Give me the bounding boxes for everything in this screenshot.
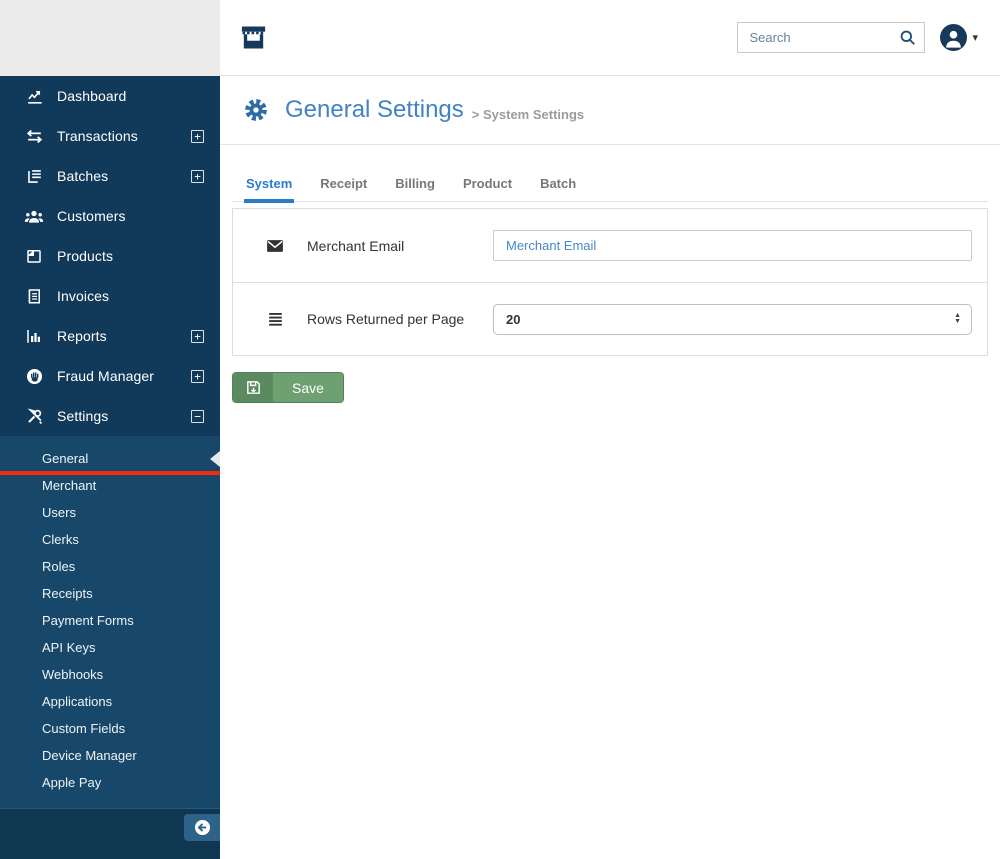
expand-plus-icon[interactable]: +: [191, 369, 204, 383]
submenu-item-api-keys[interactable]: API Keys: [0, 634, 220, 661]
sidebar-item-products[interactable]: Products: [0, 236, 220, 276]
sidebar: Dashboard Transactions + Batches + Custo…: [0, 0, 220, 859]
sidebar-item-invoices[interactable]: Invoices: [0, 276, 220, 316]
fraud-hand-icon: [24, 366, 44, 386]
submenu-item-clerks[interactable]: Clerks: [0, 526, 220, 553]
tab-receipt[interactable]: Receipt: [306, 170, 381, 201]
sidebar-item-label: Fraud Manager: [57, 368, 155, 384]
expand-plus-icon[interactable]: +: [191, 169, 204, 183]
main-content: ▾ General Settings > System Settings Sys…: [220, 0, 1000, 859]
tab-product[interactable]: Product: [449, 170, 526, 201]
submenu-label: Payment Forms: [42, 613, 134, 628]
submenu-label: Applications: [42, 694, 113, 709]
collapse-left-arrow-icon: [193, 818, 212, 837]
submenu-item-users[interactable]: Users: [0, 499, 220, 526]
submenu-label: Merchant: [42, 478, 97, 493]
search-icon[interactable]: [898, 28, 917, 47]
store-icon[interactable]: [238, 22, 269, 53]
sidebar-collapse-button[interactable]: [184, 814, 220, 841]
sidebar-item-batches[interactable]: Batches +: [0, 156, 220, 196]
sidebar-item-label: Settings: [57, 408, 109, 424]
sidebar-item-label: Customers: [57, 208, 126, 224]
gear-icon: [242, 96, 270, 124]
sidebar-item-fraud-manager[interactable]: Fraud Manager +: [0, 356, 220, 396]
submenu-item-general[interactable]: General: [0, 445, 220, 475]
caret-down-icon[interactable]: ▾: [972, 31, 978, 44]
submenu-item-webhooks[interactable]: Webhooks: [0, 661, 220, 688]
submenu-item-receipts[interactable]: Receipts: [0, 580, 220, 607]
save-button[interactable]: Save: [232, 372, 344, 403]
submenu-item-payment-forms[interactable]: Payment Forms: [0, 607, 220, 634]
select-value: 20: [506, 311, 521, 327]
sidebar-item-label: Invoices: [57, 288, 110, 304]
submenu-label: Receipts: [42, 586, 93, 601]
submenu-label: General: [42, 451, 89, 466]
rows-per-page-select[interactable]: 20 ▲ ▼: [493, 303, 972, 335]
submenu-item-custom-fields[interactable]: Custom Fields: [0, 715, 220, 742]
sidebar-item-customers[interactable]: Customers: [0, 196, 220, 236]
field-label: Merchant Email: [307, 237, 405, 254]
settings-tabs: System Receipt Billing Product Batch: [232, 170, 988, 203]
select-spinner-icon: ▲ ▼: [954, 312, 961, 325]
search-input[interactable]: [737, 22, 926, 53]
customers-people-icon: [24, 206, 44, 226]
submenu-item-apple-pay[interactable]: Apple Pay: [0, 769, 220, 796]
sidebar-item-transactions[interactable]: Transactions +: [0, 116, 220, 156]
sidebar-item-label: Reports: [57, 328, 107, 344]
field-label: Rows Returned per Page: [307, 311, 465, 327]
page-title-bar: General Settings > System Settings: [220, 76, 1000, 145]
expand-plus-icon[interactable]: +: [191, 129, 204, 143]
form-row-merchant-email: Merchant Email: [233, 209, 987, 282]
sidebar-top-spacer: [0, 0, 220, 76]
tab-batch[interactable]: Batch: [526, 170, 590, 201]
save-floppy-icon: [233, 373, 273, 402]
reports-barchart-icon: [24, 326, 44, 346]
search-box: [737, 22, 926, 53]
tab-billing[interactable]: Billing: [381, 170, 449, 201]
save-button-label: Save: [273, 373, 343, 402]
submenu-item-merchant[interactable]: Merchant: [0, 472, 220, 499]
form-row-rows-per-page: Rows Returned per Page 20 ▲ ▼: [233, 282, 987, 355]
rows-lines-icon: [265, 310, 285, 329]
dashboard-chart-icon: [24, 86, 44, 106]
submenu-label: Device Manager: [42, 748, 137, 763]
sidebar-item-label: Products: [57, 248, 114, 264]
sidebar-item-label: Dashboard: [57, 88, 127, 104]
submenu-label: Clerks: [42, 532, 79, 547]
invoices-document-icon: [24, 286, 44, 306]
settings-form-panel: Merchant Email Rows Returned per Page 20…: [232, 208, 988, 356]
active-item-arrow-icon: [210, 451, 220, 467]
envelope-icon: [265, 236, 285, 256]
submenu-item-device-manager[interactable]: Device Manager: [0, 742, 220, 769]
settings-tools-icon: [24, 406, 44, 426]
tab-system[interactable]: System: [232, 170, 306, 203]
submenu-label: Apple Pay: [42, 775, 102, 790]
submenu-label: API Keys: [42, 640, 96, 655]
merchant-email-input[interactable]: [493, 230, 972, 261]
sidebar-footer: [0, 808, 220, 859]
top-header: ▾: [220, 0, 1000, 76]
sidebar-item-settings[interactable]: Settings −: [0, 396, 220, 436]
transactions-arrows-icon: [24, 126, 44, 146]
submenu-label: Users: [42, 505, 76, 520]
sidebar-item-label: Batches: [57, 168, 109, 184]
sidebar-item-dashboard[interactable]: Dashboard: [0, 76, 220, 116]
sidebar-nav: Dashboard Transactions + Batches + Custo…: [0, 76, 220, 436]
submenu-item-applications[interactable]: Applications: [0, 688, 220, 715]
user-avatar[interactable]: [940, 24, 968, 51]
breadcrumb: > System Settings: [471, 106, 585, 122]
submenu-label: Roles: [42, 559, 76, 574]
submenu-item-roles[interactable]: Roles: [0, 553, 220, 580]
submenu-label: Webhooks: [42, 667, 104, 682]
sidebar-item-label: Transactions: [57, 128, 138, 144]
sidebar-item-reports[interactable]: Reports +: [0, 316, 220, 356]
settings-submenu: General Merchant Users Clerks Roles Rece…: [0, 436, 220, 808]
batches-list-icon: [24, 166, 44, 186]
page-title: General Settings: [285, 96, 464, 123]
expand-plus-icon[interactable]: +: [191, 329, 204, 343]
products-box-icon: [24, 246, 44, 266]
expand-minus-icon[interactable]: −: [191, 409, 204, 423]
submenu-label: Custom Fields: [42, 721, 126, 736]
